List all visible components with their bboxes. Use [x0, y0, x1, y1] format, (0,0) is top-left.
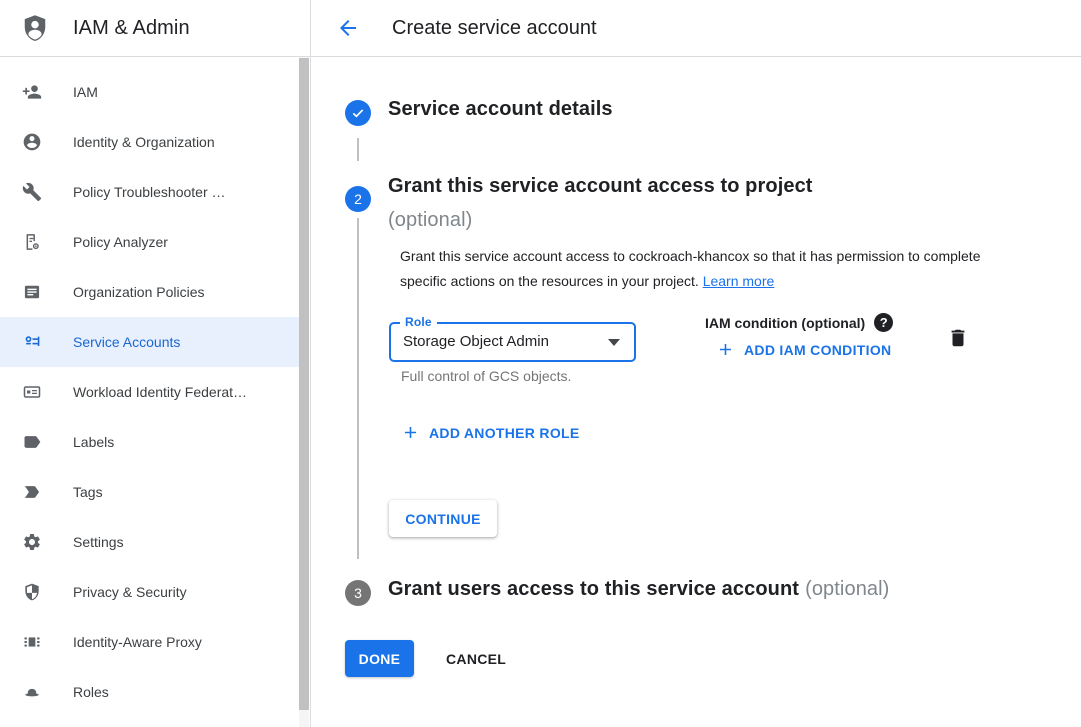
sidebar-header: IAM & Admin — [0, 0, 310, 57]
sidebar-item-service-accounts[interactable]: Service Accounts — [0, 317, 299, 367]
proxy-icon — [20, 630, 44, 654]
done-button[interactable]: DONE — [345, 640, 414, 677]
main-header: Create service account — [311, 0, 1081, 57]
sidebar-item-label: Privacy & Security — [73, 584, 187, 600]
sidebar-item-privacy-security[interactable]: Privacy & Security — [0, 567, 299, 617]
iam-condition-label-row: IAM condition (optional) ? — [705, 313, 893, 332]
shield-half-icon — [20, 580, 44, 604]
sidebar-scrollbar[interactable] — [299, 57, 309, 727]
sidebar-item-label: Workload Identity Federat… — [73, 384, 247, 400]
sidebar-item-label: Settings — [73, 534, 124, 550]
sidebar-item-label: Policy Troubleshooter … — [73, 184, 226, 200]
sidebar-item-label: Identity & Organization — [73, 134, 215, 150]
add-iam-condition-label: ADD IAM CONDITION — [744, 342, 891, 358]
step3-title-text: Grant users access to this service accou… — [388, 578, 799, 600]
create-service-account-form: Service account details 2 Grant this ser… — [311, 57, 1081, 727]
sidebar-item-policy-analyzer[interactable]: Policy Analyzer — [0, 217, 299, 267]
article-icon — [20, 280, 44, 304]
scrollbar-thumb[interactable] — [299, 58, 309, 710]
app-title: IAM & Admin — [73, 17, 190, 40]
sidebar-item-settings[interactable]: Settings — [0, 517, 299, 567]
service-account-icon — [20, 330, 44, 354]
main-panel: Create service account Service account d… — [311, 0, 1081, 727]
add-another-role-button[interactable]: ADD ANOTHER ROLE — [401, 423, 580, 442]
step3-number-badge: 3 — [345, 580, 371, 606]
id-card-icon — [20, 380, 44, 404]
sidebar-item-label: Tags — [73, 484, 103, 500]
sidebar-item-policy-troubleshooter[interactable]: Policy Troubleshooter … — [0, 167, 299, 217]
person-add-icon — [20, 80, 44, 104]
sidebar-item-roles[interactable]: Roles — [0, 667, 299, 717]
role-select[interactable]: Role Storage Object Admin — [389, 322, 636, 362]
sidebar-item-label: Service Accounts — [73, 334, 180, 350]
step2-description-text: Grant this service account access to coc… — [400, 248, 981, 289]
iam-admin-shield-icon — [20, 12, 50, 44]
account-circle-icon — [20, 130, 44, 154]
step2-number-badge: 2 — [345, 186, 371, 212]
delete-role-button[interactable] — [947, 327, 971, 351]
wrench-icon — [20, 180, 44, 204]
sidebar-item-label: Roles — [73, 684, 109, 700]
add-another-role-label: ADD ANOTHER ROLE — [429, 425, 580, 441]
sidebar-item-label: IAM — [73, 84, 98, 100]
stepper-connector-line — [357, 218, 359, 559]
sidebar-item-label: Labels — [73, 434, 114, 450]
sidebar-item-label: Policy Analyzer — [73, 234, 168, 250]
continue-button[interactable]: CONTINUE — [389, 500, 497, 537]
gear-icon — [20, 530, 44, 554]
help-icon[interactable]: ? — [874, 313, 893, 332]
sidebar-item-workload-identity-federation[interactable]: Workload Identity Federat… — [0, 367, 299, 417]
stepper-connector-line — [357, 138, 359, 161]
page-title: Create service account — [392, 17, 597, 40]
role-helper-text: Full control of GCS objects. — [401, 368, 571, 384]
tag-icon — [20, 480, 44, 504]
step3-optional-label: (optional) — [805, 578, 889, 600]
plus-icon — [401, 423, 420, 442]
back-arrow-icon[interactable] — [336, 16, 360, 40]
step1-completed-check-icon — [345, 100, 371, 126]
step2-optional-label: (optional) — [388, 203, 813, 237]
step2-title[interactable]: Grant this service account access to pro… — [388, 169, 813, 237]
learn-more-link[interactable]: Learn more — [703, 273, 775, 289]
sidebar-item-iam[interactable]: IAM — [0, 67, 299, 117]
step1-title[interactable]: Service account details — [388, 98, 613, 121]
sidebar-item-identity-organization[interactable]: Identity & Organization — [0, 117, 299, 167]
step3-title[interactable]: Grant users access to this service accou… — [388, 578, 889, 601]
plus-icon — [716, 340, 735, 359]
sidebar-item-identity-aware-proxy[interactable]: Identity-Aware Proxy — [0, 617, 299, 667]
sidebar-item-label: Identity-Aware Proxy — [73, 634, 202, 650]
document-gear-icon — [20, 230, 44, 254]
sidebar-item-label: Organization Policies — [73, 284, 205, 300]
sidebar-item-tags[interactable]: Tags — [0, 467, 299, 517]
sidebar-nav: IAM Identity & Organization Policy Troub… — [0, 57, 310, 717]
role-selected-value: Storage Object Admin — [403, 324, 549, 360]
dropdown-caret-icon — [608, 339, 620, 346]
iam-condition-label: IAM condition (optional) — [705, 315, 865, 331]
step2-title-text: Grant this service account access to pro… — [388, 175, 813, 197]
hat-icon — [20, 680, 44, 704]
add-iam-condition-button[interactable]: ADD IAM CONDITION — [716, 340, 891, 359]
step2-description: Grant this service account access to coc… — [400, 244, 996, 294]
sidebar: IAM & Admin IAM Identity & Organization — [0, 0, 311, 727]
trash-icon — [947, 327, 969, 349]
page: IAM & Admin IAM Identity & Organization — [0, 0, 1081, 727]
sidebar-item-organization-policies[interactable]: Organization Policies — [0, 267, 299, 317]
sidebar-item-labels[interactable]: Labels — [0, 417, 299, 467]
cancel-button[interactable]: CANCEL — [426, 640, 526, 677]
label-icon — [20, 430, 44, 454]
